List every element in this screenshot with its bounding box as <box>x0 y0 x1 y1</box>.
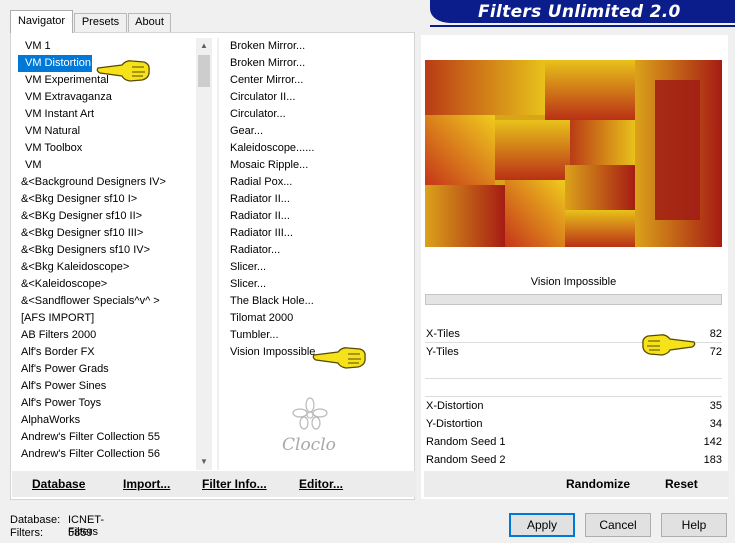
category-item[interactable]: AB Filters 2000 <box>18 327 194 344</box>
category-item[interactable]: [AFS IMPORT] <box>18 310 194 327</box>
param-value: 142 <box>703 436 722 448</box>
category-item[interactable]: Alf's Power Toys <box>18 395 194 412</box>
category-item[interactable]: VM Instant Art <box>18 106 194 123</box>
editor-button[interactable]: Editor... <box>299 477 343 491</box>
tab-presets[interactable]: Presets <box>74 13 127 32</box>
list-divider <box>217 38 219 470</box>
param-label: Y-Distortion <box>426 418 483 430</box>
param-value: 35 <box>709 400 722 412</box>
filter-list[interactable]: Broken Mirror... Broken Mirror... Center M… <box>227 38 407 368</box>
filter-item[interactable]: Radiator II... <box>227 191 407 208</box>
filter-item[interactable]: Tumbler... <box>227 327 407 344</box>
param-label: Y-Tiles <box>426 346 459 358</box>
import-button[interactable]: Import... <box>123 477 170 491</box>
filters-label: Filters: <box>10 527 43 539</box>
category-scrollbar[interactable] <box>196 38 212 470</box>
param-random-seed-2[interactable]: Random Seed 2 183 <box>426 451 722 469</box>
filter-item[interactable]: Circulator II... <box>227 89 407 106</box>
filter-name-underbar <box>425 294 722 305</box>
filter-name-label: Vision Impossible <box>530 276 617 288</box>
category-item[interactable]: &<Bkg Designer sf10 III> <box>18 225 194 242</box>
database-status: Database: ICNET-Filters <box>10 514 104 538</box>
category-item[interactable]: &<BKg Designer sf10 II> <box>18 208 194 225</box>
filter-item[interactable]: Broken Mirror... <box>227 38 407 55</box>
category-item[interactable]: Alf's Power Grads <box>18 361 194 378</box>
tab-about[interactable]: About <box>128 13 171 32</box>
filter-item[interactable]: Radiator III... <box>227 225 407 242</box>
param-label: X-Tiles <box>426 328 460 340</box>
database-button[interactable]: Database <box>32 477 85 491</box>
apply-button[interactable]: Apply <box>509 513 575 537</box>
param-value: 34 <box>709 418 722 430</box>
tab-navigator[interactable]: Navigator <box>10 10 73 33</box>
filter-item[interactable]: Mosaic Ripple... <box>227 157 407 174</box>
scroll-down-icon[interactable]: ▼ <box>196 454 212 470</box>
filter-item[interactable]: Radial Pox... <box>227 174 407 191</box>
category-item[interactable]: &<Kaleidoscope> <box>18 276 194 293</box>
filter-item[interactable]: Circulator... <box>227 106 407 123</box>
filter-info-button[interactable]: Filter Info... <box>202 477 267 491</box>
category-item[interactable]: Andrew's Filter Collection 55 <box>18 429 194 446</box>
category-item[interactable]: Alf's Power Sines <box>18 378 194 395</box>
filter-item[interactable]: Radiator II... <box>227 208 407 225</box>
category-item[interactable]: &<Sandflower Specials^v^ > <box>18 293 194 310</box>
param-label: Random Seed 1 <box>426 436 506 448</box>
param-random-seed-1[interactable]: Random Seed 1 142 <box>426 433 722 451</box>
category-item[interactable]: VM Natural <box>18 123 194 140</box>
filter-item[interactable]: Radiator... <box>227 242 407 259</box>
param-x-distortion[interactable]: X-Distortion 35 <box>426 397 722 415</box>
filters-count: 5859 <box>68 527 93 539</box>
category-item[interactable]: &<Background Designers IV> <box>18 174 194 191</box>
help-button[interactable]: Help <box>661 513 727 537</box>
pointing-hand-icon <box>96 60 150 82</box>
filter-item[interactable]: The Black Hole... <box>227 293 407 310</box>
pointing-hand-icon <box>642 334 696 356</box>
category-item[interactable]: VM Toolbox <box>18 140 194 157</box>
filter-preview <box>425 60 722 247</box>
category-item[interactable]: AlphaWorks <box>18 412 194 429</box>
banner-underline <box>430 25 735 27</box>
category-list[interactable]: VM 1 VM Distortion VM Experimental VM Extra… <box>18 38 194 470</box>
category-item[interactable]: Andrew's Filter Collection 56 <box>18 446 194 463</box>
param-value: 82 <box>709 328 722 340</box>
category-item[interactable]: &<Bkg Kaleidoscope> <box>18 259 194 276</box>
category-item[interactable]: Alf's Border FX <box>18 344 194 361</box>
category-item[interactable]: VM Extravaganza <box>18 89 194 106</box>
pointing-hand-icon <box>312 347 366 369</box>
randomize-button[interactable]: Randomize <box>566 477 630 491</box>
category-item[interactable]: &<Bkg Designer sf10 I> <box>18 191 194 208</box>
category-item[interactable]: VM <box>18 157 194 174</box>
filter-item[interactable]: Gear... <box>227 123 407 140</box>
filters-status: Filters: 5859 <box>10 527 92 539</box>
param-divider <box>425 378 722 379</box>
cancel-button[interactable]: Cancel <box>585 513 651 537</box>
scroll-up-icon[interactable]: ▲ <box>196 38 212 54</box>
database-label: Database: <box>10 514 61 526</box>
param-y-distortion[interactable]: Y-Distortion 34 <box>426 415 722 433</box>
category-item-selected[interactable]: VM Distortion <box>18 55 92 72</box>
param-value: 72 <box>709 346 722 358</box>
filter-item[interactable]: Center Mirror... <box>227 72 407 89</box>
watermark-text: Cloclo <box>282 435 336 455</box>
filter-item[interactable]: Slicer... <box>227 276 407 293</box>
filter-item[interactable]: Tilomat 2000 <box>227 310 407 327</box>
reset-button[interactable]: Reset <box>665 477 698 491</box>
filter-item[interactable]: Broken Mirror... <box>227 55 407 72</box>
param-label: X-Distortion <box>426 400 484 412</box>
filter-item[interactable]: Kaleidoscope...... <box>227 140 407 157</box>
category-item[interactable]: VM 1 <box>18 38 194 55</box>
filter-item[interactable]: Slicer... <box>227 259 407 276</box>
param-value: 183 <box>703 454 722 466</box>
param-label: Random Seed 2 <box>426 454 506 466</box>
scrollbar-thumb[interactable] <box>198 55 210 87</box>
app-title-banner: Filters Unlimited 2.0 <box>430 0 735 23</box>
category-item[interactable]: &<Bkg Designers sf10 IV> <box>18 242 194 259</box>
